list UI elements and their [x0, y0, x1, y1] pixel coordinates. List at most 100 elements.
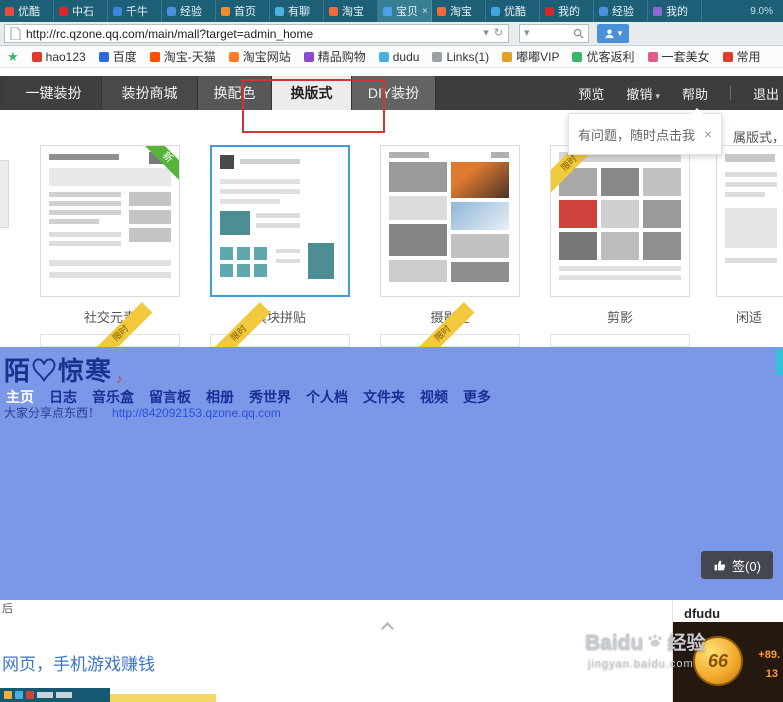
tab-dressup-mall[interactable]: 装扮商城	[102, 76, 198, 110]
card-thumbnail[interactable]	[210, 145, 350, 297]
browser-tab[interactable]: 淘宝	[324, 0, 378, 22]
template-card-leisure[interactable]: 闲适	[716, 145, 783, 326]
tab-one-key-dressup[interactable]: 一键装扮	[6, 76, 102, 110]
screen: 优酷 中石 千牛 经验 首页 有聊 淘宝 宝贝 × 淘宝 优酷 我的 经验 我的 …	[0, 0, 783, 702]
bookmark-item[interactable]: dudu	[378, 50, 419, 64]
bookmark-item[interactable]: 淘宝-天猫	[149, 48, 216, 65]
watermark-brand: Baidu	[585, 631, 644, 654]
collapse-caret-icon[interactable]	[381, 622, 394, 635]
tab-label: 经验	[612, 6, 634, 18]
browser-tab[interactable]: 千牛	[108, 0, 162, 22]
qzone-preview-pane: 陌♡惊寒 ♪ 主页 日志 音乐盒 留言板 相册 秀世界 个人档 文件夹 视频 更…	[0, 347, 783, 600]
browser-tab[interactable]: 优酷	[0, 0, 54, 22]
card-thumbnail[interactable]: 新	[40, 145, 180, 297]
user-avatar-button[interactable]: ▾	[597, 24, 629, 43]
qzone-homepage-url[interactable]: http://842092153.qzone.qq.com	[112, 406, 281, 420]
card-thumbnail[interactable]	[716, 145, 783, 297]
template-card-module-collage[interactable]: 模块拼贴	[210, 145, 350, 326]
browser-tab[interactable]: 经验	[594, 0, 648, 22]
close-icon[interactable]: ×	[704, 126, 712, 142]
annotation-red-box	[242, 79, 385, 133]
browser-tab[interactable]: 首页	[216, 0, 270, 22]
favicon-icon	[167, 6, 176, 16]
bookmark-item[interactable]: 百度	[98, 48, 137, 65]
thumb-block	[220, 247, 233, 260]
game-ad-link[interactable]: 网页，手机游戏赚钱	[2, 650, 155, 675]
page-icon	[10, 27, 21, 40]
browser-tab[interactable]: 淘宝	[432, 0, 486, 22]
preview-button[interactable]: 预览	[578, 84, 604, 103]
browser-tab[interactable]: 我的	[540, 0, 594, 22]
nav-item-video[interactable]: 视频	[420, 387, 448, 407]
help-button[interactable]: 帮助	[682, 84, 708, 103]
bookmark-item[interactable]: 一套美女	[647, 48, 710, 65]
template-card-social[interactable]: 新 社交元素	[40, 145, 180, 326]
baidu-watermark: Baidu 经验	[585, 628, 705, 655]
bookmark-item[interactable]: Links(1)	[432, 50, 489, 64]
search-icon[interactable]	[573, 28, 584, 39]
chevron-down-icon[interactable]: ▾	[483, 28, 489, 39]
thumb-block	[254, 264, 267, 277]
tab-label: 我的	[666, 6, 688, 18]
exit-button[interactable]: 退出	[753, 84, 779, 103]
thumb-block	[129, 192, 171, 206]
tab-label: 千牛	[126, 6, 148, 18]
bookmark-item[interactable]: 淘宝网站	[228, 48, 291, 65]
search-field[interactable]: ▾	[519, 24, 589, 43]
undo-button[interactable]: 撤销 ▾	[626, 84, 660, 103]
thumb-block	[220, 211, 250, 235]
refresh-icon[interactable]: ↻	[494, 28, 503, 39]
thumb-photo	[643, 168, 681, 196]
template-card-photography[interactable]: 摄影控	[380, 145, 520, 326]
nav-item-more[interactable]: 更多	[463, 387, 491, 407]
browser-tab[interactable]: 经验	[162, 0, 216, 22]
chevron-down-icon[interactable]: ▾	[524, 28, 530, 39]
thumb-block	[220, 155, 234, 169]
browser-tab[interactable]: 我的	[648, 0, 702, 22]
qzone-motto: 大家分享点东西！	[4, 406, 101, 420]
bookmark-item[interactable]: 优客返利	[572, 48, 635, 65]
thumb-photo	[601, 200, 639, 228]
nav-item-folder[interactable]: 文件夹	[363, 387, 405, 407]
bookmark-item[interactable]: 常用	[722, 48, 761, 65]
taskbar-icon	[26, 691, 34, 699]
browser-tab-active[interactable]: 宝贝 ×	[378, 0, 432, 22]
thumb-photo	[559, 200, 597, 228]
bookmark-icon	[502, 51, 513, 62]
taskbar-fragment	[0, 688, 110, 702]
favicon-icon	[437, 6, 446, 16]
favicon-icon	[59, 6, 68, 16]
nav-item-profile[interactable]: 个人档	[306, 387, 348, 407]
friend-name[interactable]: dfudu	[684, 606, 720, 621]
tab-label: 宝贝	[396, 6, 418, 18]
second-row-card-top	[550, 334, 690, 347]
template-card-silhouette[interactable]: 限时 剪影	[550, 145, 690, 326]
close-icon[interactable]: ×	[422, 6, 428, 17]
browser-tab[interactable]: 中石	[54, 0, 108, 22]
bookmark-item[interactable]: 精品购物	[303, 48, 366, 65]
thumb-block	[220, 189, 300, 194]
card-thumbnail[interactable]	[380, 145, 520, 297]
sign-button[interactable]: 签(0)	[701, 551, 773, 579]
favorites-star-icon[interactable]: ★	[7, 50, 19, 63]
bookmark-item[interactable]: 嘟嘟VIP	[502, 48, 559, 65]
bookmark-item[interactable]: hao123	[31, 50, 86, 64]
scrollbar-thumb[interactable]	[776, 349, 783, 375]
thumb-block	[256, 223, 300, 228]
thumb-block	[220, 179, 300, 184]
bookmark-label: 优客返利	[586, 50, 635, 64]
card-label: 模块拼贴	[253, 310, 306, 325]
url-field[interactable]: http://rc.qzone.qq.com/main/mall?target=…	[4, 24, 509, 43]
browser-tab[interactable]: 有聊	[270, 0, 324, 22]
card-thumbnail[interactable]: 限时	[550, 145, 690, 297]
yellow-banner-fragment	[110, 694, 216, 702]
thumb-photo	[601, 168, 639, 196]
taskbar-button	[56, 692, 72, 698]
feed-area: 后 网页，手机游戏赚钱 dfudu 66 +89. 13 Baidu 经验 ji…	[0, 600, 783, 702]
bookmark-icon	[722, 51, 733, 62]
qzone-subline: 大家分享点东西！ http://842092153.qzone.qq.com	[4, 404, 281, 421]
thumb-block	[49, 260, 171, 266]
thumb-block	[725, 258, 777, 263]
browser-tab[interactable]: 优酷	[486, 0, 540, 22]
favicon-icon	[275, 6, 284, 16]
